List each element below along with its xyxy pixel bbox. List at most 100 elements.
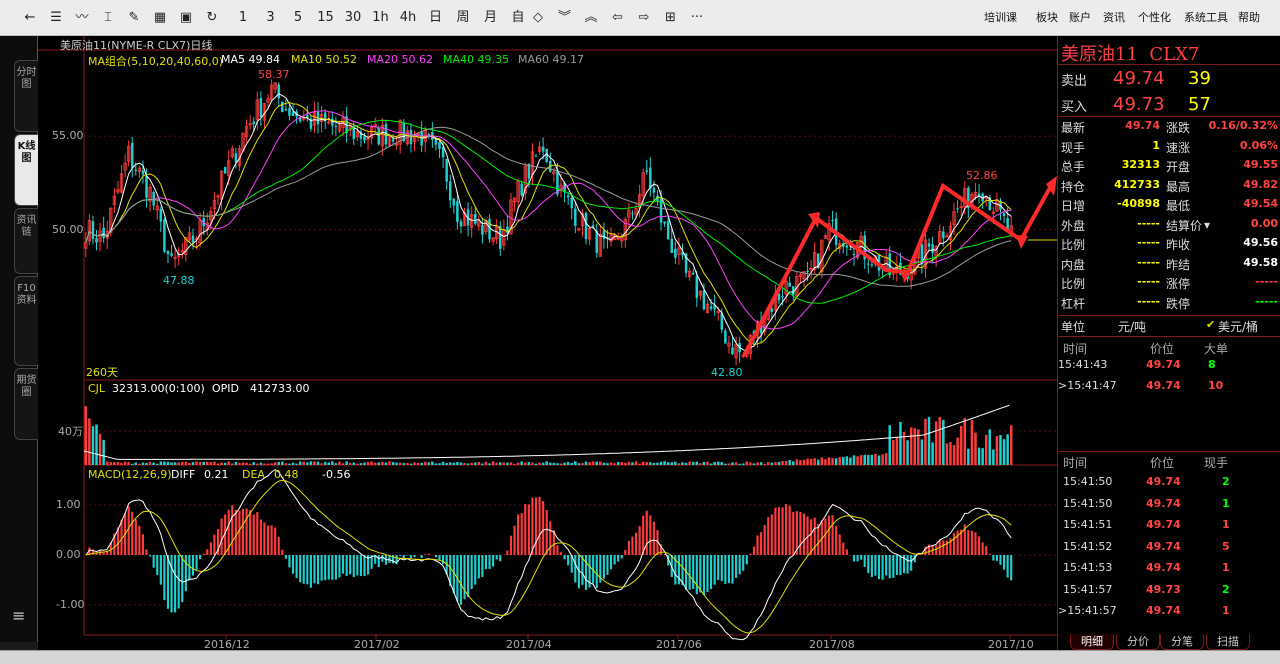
volume-bar [388, 461, 391, 465]
tab-label: 分时图 [16, 67, 37, 90]
volume-bar [541, 462, 545, 465]
volume-bar [441, 461, 445, 465]
volume-bar [645, 462, 649, 465]
stat-label: 日增 [1061, 199, 1086, 213]
volume-bar [752, 463, 756, 465]
dropdown-icon[interactable]: ▾ [1204, 218, 1210, 232]
tab-f10-data[interactable]: F10资料 [14, 276, 38, 366]
volume-bar [209, 462, 213, 465]
list-icon[interactable]: ☰ [44, 0, 68, 36]
menu-icon[interactable]: ≡ [12, 606, 25, 625]
volume-bar [999, 435, 1002, 465]
volume-bar [817, 459, 820, 465]
tab-time-chart[interactable]: 分时图 [14, 60, 38, 132]
volume-bar [395, 462, 398, 465]
stat-label: 速涨 [1166, 140, 1191, 155]
panel-tab-0[interactable]: 明细 [1070, 634, 1114, 650]
left-icon[interactable]: ⇦ [606, 0, 630, 36]
volume-bar [967, 448, 970, 465]
unit-option-rmb[interactable]: 元/吨 [1118, 318, 1146, 335]
volume-bar [666, 462, 670, 465]
back-arrow-icon[interactable]: ← [18, 0, 42, 36]
period-button-0[interactable]: 1 [230, 0, 256, 36]
refresh-icon[interactable]: ↻ [200, 0, 224, 36]
period-days-label: 260天 [86, 366, 118, 379]
double-up-icon[interactable]: ︽ [579, 0, 603, 36]
volume-bar [763, 463, 766, 465]
volume-bar [181, 462, 184, 465]
menu-item-4[interactable]: 个性化 [1138, 0, 1171, 36]
volume-bar [506, 462, 509, 465]
stat-value: ----- [1255, 294, 1278, 308]
candle-body [252, 121, 255, 125]
macd-tick-label: 0.00 [56, 548, 81, 561]
candle-body [602, 230, 606, 239]
menu-item-6[interactable]: 帮助 [1238, 0, 1260, 36]
volume-bar [1006, 434, 1009, 465]
volume-bar [620, 462, 623, 465]
volume-bar [792, 461, 795, 465]
panel-tab-1[interactable]: 分价 [1116, 634, 1160, 650]
period-button-4[interactable]: 30 [340, 0, 366, 36]
line-chart-icon[interactable]: 〰 [70, 0, 94, 36]
volume-bar [459, 462, 463, 465]
macd-legend-item: 0.21 [204, 468, 229, 481]
volume-bar [877, 455, 881, 465]
menu-item-1[interactable]: 板块 [1036, 0, 1058, 36]
period-button-9[interactable]: 月 [478, 0, 504, 36]
right-icon[interactable]: ⇨ [632, 0, 656, 36]
more-icon[interactable]: ··· [685, 0, 709, 36]
volume-bar [402, 462, 406, 465]
tab-news-chain[interactable]: 资讯链 [14, 208, 38, 274]
volume-bar [227, 461, 230, 465]
grid-icon[interactable]: ▦ [148, 0, 172, 36]
stat-label: 昨结 [1166, 257, 1191, 272]
volume-bar [516, 462, 520, 465]
chart-title: 美原油11(NYME-R CLX7)日线 [60, 39, 213, 52]
period-button-6[interactable]: 4h [395, 0, 421, 36]
volume-bar [427, 462, 431, 465]
period-button-2[interactable]: 5 [285, 0, 311, 36]
layout-icon[interactable]: ⊞ [659, 0, 683, 36]
candle-body [674, 248, 677, 258]
volume-bar [827, 457, 831, 465]
period-button-8[interactable]: 周 [450, 0, 476, 36]
double-down-icon[interactable]: ︾ [553, 0, 577, 36]
stat-value: 49.54 [1243, 197, 1278, 210]
kline-chart-area[interactable]: 55.00 50.00 1.00 0.00 -1.00 40万 58.37 47.88 42.8… [38, 36, 1057, 651]
volume-bar [220, 462, 223, 465]
big-order-header: 时间 [1063, 342, 1088, 356]
stat-value: 412733 [1114, 177, 1160, 191]
zoom-icon[interactable]: ◇ [526, 0, 550, 36]
tab-futures-circle[interactable]: 期货圈 [14, 368, 38, 440]
volume-bar [656, 462, 659, 465]
unit-option-usd[interactable]: 美元/桶 [1218, 318, 1258, 335]
volume-bar [152, 462, 155, 465]
volume-bar [820, 457, 824, 465]
candle-body [541, 146, 545, 152]
stat-label: 现手 [1061, 140, 1086, 155]
volume-bar [273, 462, 277, 465]
candle-icon[interactable]: ⌶ [96, 0, 120, 36]
menu-item-0[interactable]: 培训课 [984, 0, 1017, 36]
panel-tab-3[interactable]: 扫描 [1206, 634, 1250, 650]
stat-label: 比例 [1061, 238, 1086, 252]
period-button-5[interactable]: 1h [368, 0, 394, 36]
candle-body [288, 108, 291, 116]
period-button-7[interactable]: 日 [423, 0, 449, 36]
volume-bar [849, 457, 852, 465]
candle-body [159, 209, 163, 222]
menu-item-5[interactable]: 系统工具 [1184, 0, 1228, 36]
tab-kline-chart[interactable]: K线图 [14, 134, 38, 206]
contract-title: 美原油11 CLX7 [1061, 44, 1200, 65]
candle-body [709, 306, 713, 309]
menu-item-3[interactable]: 资讯 [1103, 0, 1125, 36]
save-icon[interactable]: ▣ [174, 0, 198, 36]
volume-bar [413, 462, 416, 465]
tool-icon[interactable]: ✎ [122, 0, 146, 36]
period-button-1[interactable]: 3 [258, 0, 284, 36]
tick-qty: 1 [1222, 561, 1230, 574]
panel-tab-2[interactable]: 分笔 [1160, 634, 1204, 650]
period-button-3[interactable]: 15 [313, 0, 339, 36]
menu-item-2[interactable]: 账户 [1069, 0, 1091, 36]
